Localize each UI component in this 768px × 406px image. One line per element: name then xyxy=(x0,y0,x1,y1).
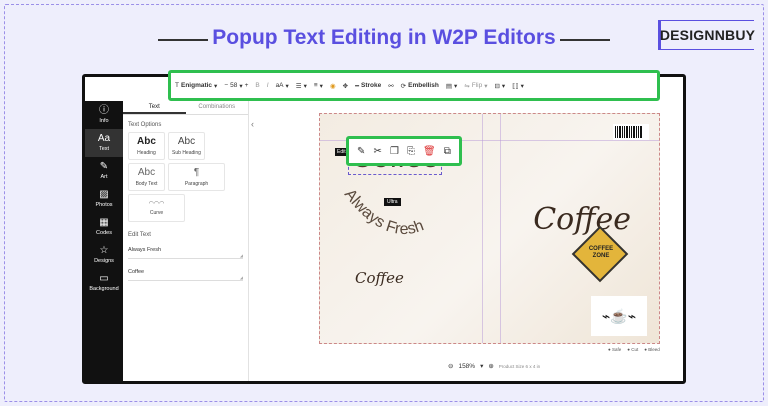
legend-cut: ● Cut xyxy=(627,347,639,352)
headline-rule-right xyxy=(560,39,610,41)
zoom-out-icon[interactable]: ⊖ xyxy=(448,362,453,370)
flip-icon: ⇋ xyxy=(464,82,470,90)
edit-text-title: Edit Text xyxy=(128,232,151,238)
option-paragraph[interactable]: ¶ Paragraph xyxy=(168,163,225,191)
pattern-select[interactable]: ▤ ▾ xyxy=(446,82,457,90)
svg-text:Always Fresh: Always Fresh xyxy=(341,186,426,238)
font-select[interactable]: T Enigmatic ▾ xyxy=(175,82,217,90)
collapse-panel-icon[interactable]: ‹ xyxy=(251,119,254,129)
arc-text-path: Always Fresh xyxy=(341,186,426,238)
option-curve[interactable]: ◠◠◠ Curve xyxy=(128,194,185,222)
canvas-legend: ● Safe ● Cut ● Bleed xyxy=(608,347,660,352)
arrange-select[interactable]: ⊟ ▾ xyxy=(494,82,505,90)
arc-text-always-fresh[interactable]: Always Fresh xyxy=(334,184,474,264)
sidebar-item-codes[interactable]: ▦ Codes xyxy=(85,213,123,241)
product-size: Product Size 6 x 4 in xyxy=(498,363,541,369)
sidebar-item-designs[interactable]: ☆ Designs xyxy=(85,241,123,269)
flip-select[interactable]: ⇋ Flip ▾ xyxy=(464,82,487,90)
heartbeat-coffee-icon[interactable]: ⌁☕⌁ xyxy=(591,296,647,336)
option-sub-heading[interactable]: Abc Sub Heading xyxy=(168,132,205,160)
zoom-control: ⊖ 158% ▾ ⊕ Product Size 6 x 4 in xyxy=(448,362,541,371)
paragraph-icon: ¶ xyxy=(193,167,200,178)
list-icon: ☰ xyxy=(295,82,302,90)
duplicate-icon[interactable]: ⧉ xyxy=(444,146,451,157)
embellish-icon: ⟳ xyxy=(400,82,407,90)
text-options: Abc Heading Abc Sub Heading Abc Body Text ¶… xyxy=(123,132,248,222)
color-picker[interactable]: ◉ xyxy=(330,82,336,90)
background-icon: ▭ xyxy=(99,273,109,284)
text-options-title: Text Options xyxy=(128,122,162,128)
delete-icon[interactable]: 🗑 xyxy=(423,146,436,157)
codes-icon: ▦ xyxy=(99,217,109,228)
chevron-down-icon[interactable]: ▾ xyxy=(480,362,483,370)
chevron-down-icon: ▾ xyxy=(239,82,243,90)
chevron-down-icon: ▾ xyxy=(285,82,289,90)
text-popup-toolbar: ✎ ✂ ❐ ⎘ 🗑 ⧉ xyxy=(346,136,462,166)
art-icon: ✎ xyxy=(99,161,109,172)
option-body-text[interactable]: Abc Body Text xyxy=(128,163,165,191)
spacing-select[interactable]: ⟦⟧ ▾ xyxy=(512,82,524,90)
brand-logo: DESIGNNBUY xyxy=(658,20,755,50)
copy-icon[interactable]: ❐ xyxy=(390,146,399,157)
barcode-icon[interactable] xyxy=(613,124,649,140)
effects-icon: ⚯ xyxy=(388,82,394,90)
tab-text[interactable]: Text xyxy=(123,101,186,114)
stroke-icon: ━ xyxy=(355,82,359,90)
sidebar-item-info[interactable]: ⓘ Info xyxy=(85,101,123,129)
edit-field-coffee[interactable]: Coffee xyxy=(128,267,243,281)
align-select[interactable]: ≡ ▾ xyxy=(314,82,323,90)
italic-button[interactable]: I xyxy=(267,82,269,89)
pattern-icon: ▤ xyxy=(445,82,452,90)
tab-combinations[interactable]: Combinations xyxy=(186,101,249,114)
chevron-down-icon: ▾ xyxy=(214,82,218,90)
small-coffee-logo[interactable]: Coffee xyxy=(355,269,404,287)
font-icon: T xyxy=(175,82,179,89)
size-stepper[interactable]: −58 ▾ + xyxy=(224,82,248,90)
effects-button[interactable]: ⚯ xyxy=(388,82,393,90)
coffee-zone-text: COFFEE ZONE xyxy=(588,246,614,259)
zoom-in-icon[interactable]: ⊕ xyxy=(488,362,493,370)
edit-pencil-icon[interactable]: ✎ xyxy=(357,146,365,157)
curve-icon: ◠◠◠ xyxy=(148,201,165,207)
photos-icon: ▨ xyxy=(99,189,109,200)
zoom-level[interactable]: 158% xyxy=(458,363,475,370)
guide-line xyxy=(500,114,501,343)
cut-icon[interactable]: ✂ xyxy=(373,146,381,157)
paste-icon[interactable]: ⎘ xyxy=(407,146,415,157)
sidebar: ⓘ Info Aa Text ✎ Art ▨ Photos ▦ Codes ☆ Design… xyxy=(85,101,123,381)
sidebar-item-background[interactable]: ▭ Background xyxy=(85,269,123,297)
edit-field-always-fresh[interactable]: Always Fresh xyxy=(128,245,243,259)
panel-tabs: Text Combinations xyxy=(123,101,248,115)
move-button[interactable]: ✥ xyxy=(343,82,348,90)
text-icon: Aa xyxy=(97,133,111,144)
page-headline: Popup Text Editing in W2P Editors xyxy=(212,26,556,49)
script-coffee-text[interactable]: Coffee xyxy=(533,202,631,237)
stroke-button[interactable]: ━ Stroke xyxy=(355,82,381,90)
embellish-button[interactable]: ⟳ Embellish xyxy=(401,82,439,90)
designs-icon: ☆ xyxy=(99,245,109,256)
list-select[interactable]: ☰ ▾ xyxy=(296,82,307,90)
color-wheel-icon: ◉ xyxy=(329,82,336,90)
text-panel: Text Combinations Text Options Abc Headin… xyxy=(123,101,249,381)
minus-icon: − xyxy=(224,82,229,89)
sidebar-item-art[interactable]: ✎ Art xyxy=(85,157,123,185)
align-icon: ≡ xyxy=(313,82,318,89)
legend-safe: ● Safe xyxy=(608,347,622,352)
sidebar-item-text[interactable]: Aa Text xyxy=(85,129,123,157)
move-icon: ✥ xyxy=(342,82,349,90)
spacing-icon: ⟦⟧ xyxy=(512,82,519,90)
text-toolbar: T Enigmatic ▾ −58 ▾ + B I aA ▾ ☰ ▾ ≡ ▾ ◉ ✥ ━ Str… xyxy=(168,70,660,101)
guide-line xyxy=(482,114,483,343)
plus-icon: + xyxy=(244,82,249,89)
info-icon: ⓘ xyxy=(99,105,109,116)
arrange-icon: ⊟ xyxy=(494,82,500,90)
sidebar-item-photos[interactable]: ▨ Photos xyxy=(85,185,123,213)
option-heading[interactable]: Abc Heading xyxy=(128,132,165,160)
bold-button[interactable]: B xyxy=(255,82,259,89)
legend-bleed: ● Bleed xyxy=(644,347,660,352)
case-select[interactable]: aA ▾ xyxy=(276,82,289,90)
